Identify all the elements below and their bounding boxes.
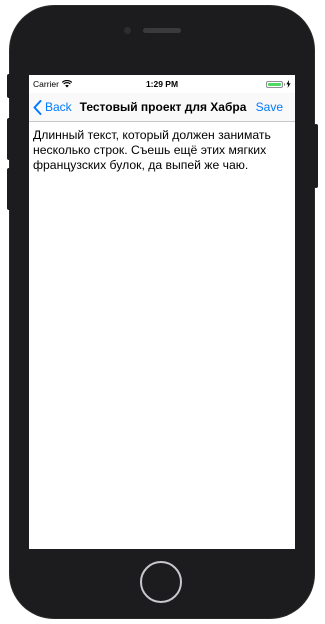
chevron-left-icon [33, 99, 42, 115]
earpiece-speaker [143, 28, 181, 33]
charging-icon [286, 80, 291, 88]
volume-down-button [7, 168, 11, 210]
front-camera [124, 27, 131, 34]
navigation-bar: Back Тестовый проект для Хабра Save [29, 93, 295, 122]
screen: Carrier 1:29 PM Back Тестовый проект для… [29, 75, 295, 549]
status-time: 1:29 PM [145, 79, 179, 89]
volume-up-button [7, 118, 11, 160]
back-button[interactable]: Back [33, 97, 72, 117]
battery-icon [265, 80, 283, 88]
power-button [314, 124, 318, 188]
body-text: Длинный текст, который должен занимать н… [33, 128, 271, 172]
mute-switch [7, 74, 11, 98]
save-button[interactable]: Save [256, 100, 283, 114]
home-button[interactable] [140, 561, 182, 603]
battery-level [267, 82, 281, 86]
battery-indicator [265, 80, 292, 88]
back-button-label: Back [45, 100, 72, 114]
battery-cap [283, 82, 285, 86]
status-bar: Carrier 1:29 PM [29, 75, 295, 93]
page-title: Тестовый проект для Хабра [79, 100, 247, 114]
